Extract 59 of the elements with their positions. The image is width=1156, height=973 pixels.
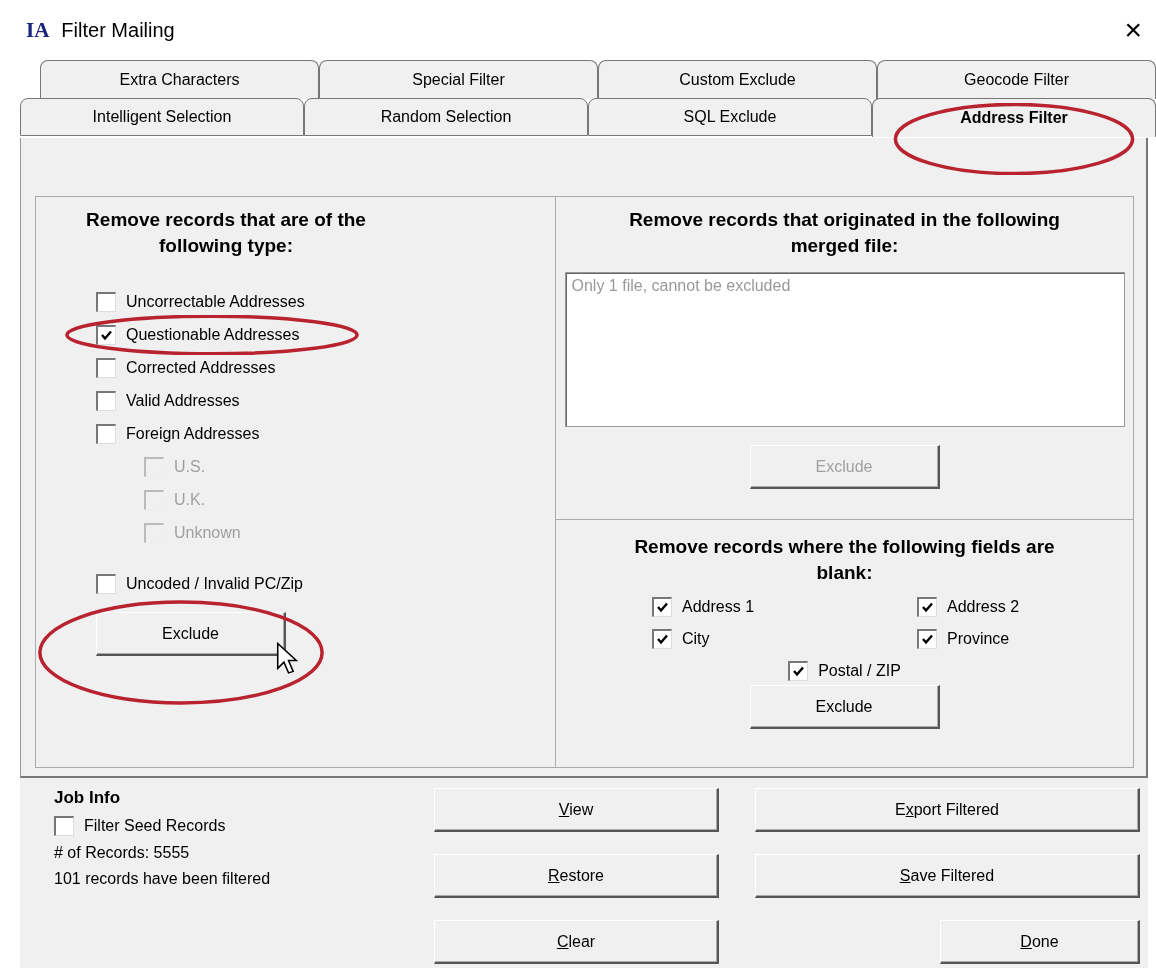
checkbox-label: Province [947,630,1010,649]
checkbox[interactable] [96,292,116,313]
section-heading: Remove records where the following fields are blank: [633,535,1056,585]
action-button[interactable]: Clear [434,920,719,964]
checkmark-icon [100,329,113,343]
checkbox[interactable] [917,597,937,618]
tab[interactable]: Geocode Filter [877,60,1156,99]
tab[interactable]: Intelligent Selection [20,98,304,136]
mouse-pointer-icon [276,642,298,677]
tab[interactable]: SQL Exclude [588,98,872,136]
checkbox-label: Address 1 [682,598,755,617]
tab[interactable]: Custom Exclude [598,60,877,99]
checkbox-label: Questionable Addresses [126,326,300,345]
checkbox-label: Uncoded / Invalid PC/Zip [126,575,303,594]
action-button[interactable]: Export Filtered [755,788,1140,832]
checkmark-icon [921,601,934,615]
close-button[interactable]: × [1124,15,1142,45]
exclude-button[interactable]: Exclude [749,685,940,730]
section-title: Job Info [54,788,122,808]
checkbox[interactable] [54,816,74,836]
checkbox-label: Corrected Addresses [126,359,276,378]
checkbox[interactable] [96,424,116,445]
action-button[interactable]: View [434,788,719,832]
checkbox-label: U.S. [174,458,206,477]
checkbox-label: Foreign Addresses [126,425,260,444]
checkmark-icon [792,665,806,679]
checkbox[interactable] [917,629,937,650]
checkbox[interactable] [96,325,116,346]
action-button[interactable]: Save Filtered [755,854,1140,898]
status-text: 101 records have been filtered [54,870,272,888]
tab[interactable]: Address Filter [872,98,1156,137]
checkbox-label: Valid Addresses [126,392,240,411]
section-heading: Remove records that originated in the following merged file: [628,208,1061,258]
checkbox[interactable] [96,358,116,379]
tab[interactable]: Special Filter [319,60,598,99]
tab[interactable]: Extra Characters [40,60,319,99]
exclude-button[interactable]: Exclude [96,612,286,657]
checkmark-icon [656,633,669,647]
checkbox[interactable] [652,597,672,618]
checkbox-label: Unknown [174,524,241,543]
checkbox-label: Uncorrectable Addresses [126,293,305,312]
checkbox-label: City [682,630,710,649]
action-button[interactable]: Done [940,920,1140,964]
action-button[interactable]: Restore [434,854,719,898]
window-title: Filter Mailing [61,18,175,42]
checkbox[interactable] [788,661,809,682]
checkbox-label: Address 2 [947,598,1020,617]
tab[interactable]: Random Selection [304,98,588,136]
checkbox-label: Filter Seed Records [84,817,226,835]
checkmark-icon [921,633,934,647]
checkbox-label: Postal / ZIP [818,662,901,681]
section-heading: Remove records that are of the following type: [85,208,367,258]
app-logo: IA [26,17,50,43]
checkbox[interactable] [652,629,672,650]
record-count: # of Records: 5555 [54,844,191,862]
checkbox[interactable] [96,574,116,595]
checkmark-icon [656,601,669,615]
checkbox[interactable] [96,391,116,412]
checkbox-label: U.K. [174,491,206,510]
